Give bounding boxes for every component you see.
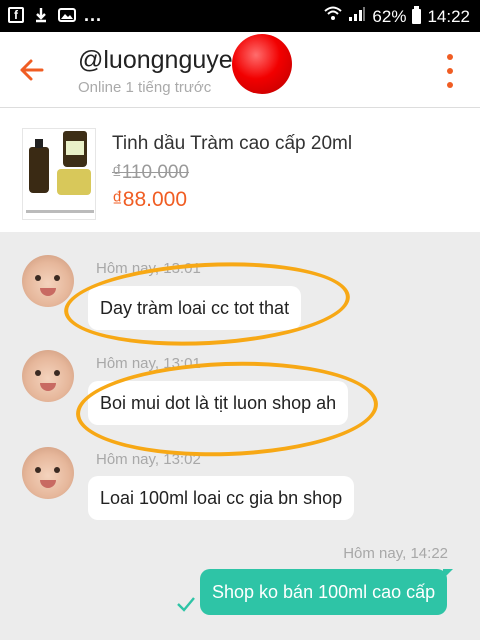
- download-icon: [32, 6, 50, 24]
- signal-icon: [348, 6, 366, 27]
- product-thumbnail[interactable]: [22, 128, 96, 220]
- message-timestamp: Hôm nay, 14:22: [343, 545, 448, 562]
- product-old-price: ₫110.000: [112, 162, 190, 183]
- sender-avatar[interactable]: [22, 350, 74, 402]
- product-name[interactable]: Tinh dầu Tràm cao cấp 20ml: [112, 133, 352, 155]
- red-circle-overlay: [232, 34, 292, 94]
- product-new-price: ₫88.000: [112, 188, 188, 211]
- bottle-image: [57, 169, 91, 195]
- battery-icon: [412, 6, 422, 24]
- bottle-image: [63, 131, 87, 167]
- outgoing-message[interactable]: Shop ko bán 100ml cao cấp: [200, 569, 454, 615]
- chat-title[interactable]: @luongnguyen: [78, 46, 247, 75]
- sent-check-icon: [176, 596, 196, 612]
- clock: 14:22: [427, 6, 470, 26]
- online-status: Online 1 tiếng trước: [78, 79, 212, 96]
- photo-icon: [58, 6, 76, 24]
- product-card[interactable]: Tinh dầu Tràm cao cấp 20ml ₫110.000 ₫88.…: [0, 108, 480, 232]
- bottle-image: [29, 139, 49, 193]
- status-bar-left: f ...: [8, 6, 102, 24]
- wifi-icon: [324, 6, 343, 27]
- sender-avatar[interactable]: [22, 447, 74, 499]
- status-bar-right: 62% 14:22: [324, 6, 470, 27]
- thumbnail-caption: [26, 210, 94, 213]
- annotation-circle: [74, 356, 380, 462]
- facebook-icon: f: [8, 7, 24, 23]
- more-options-icon[interactable]: [438, 54, 462, 88]
- back-arrow-icon[interactable]: [14, 52, 50, 88]
- battery-percent: 62%: [372, 6, 407, 26]
- sender-avatar[interactable]: [22, 255, 74, 307]
- status-overflow: ...: [84, 5, 103, 25]
- status-bar: f ... 62% 14:22: [0, 0, 480, 32]
- incoming-message[interactable]: Loai 100ml loai cc gia bn shop: [88, 476, 355, 520]
